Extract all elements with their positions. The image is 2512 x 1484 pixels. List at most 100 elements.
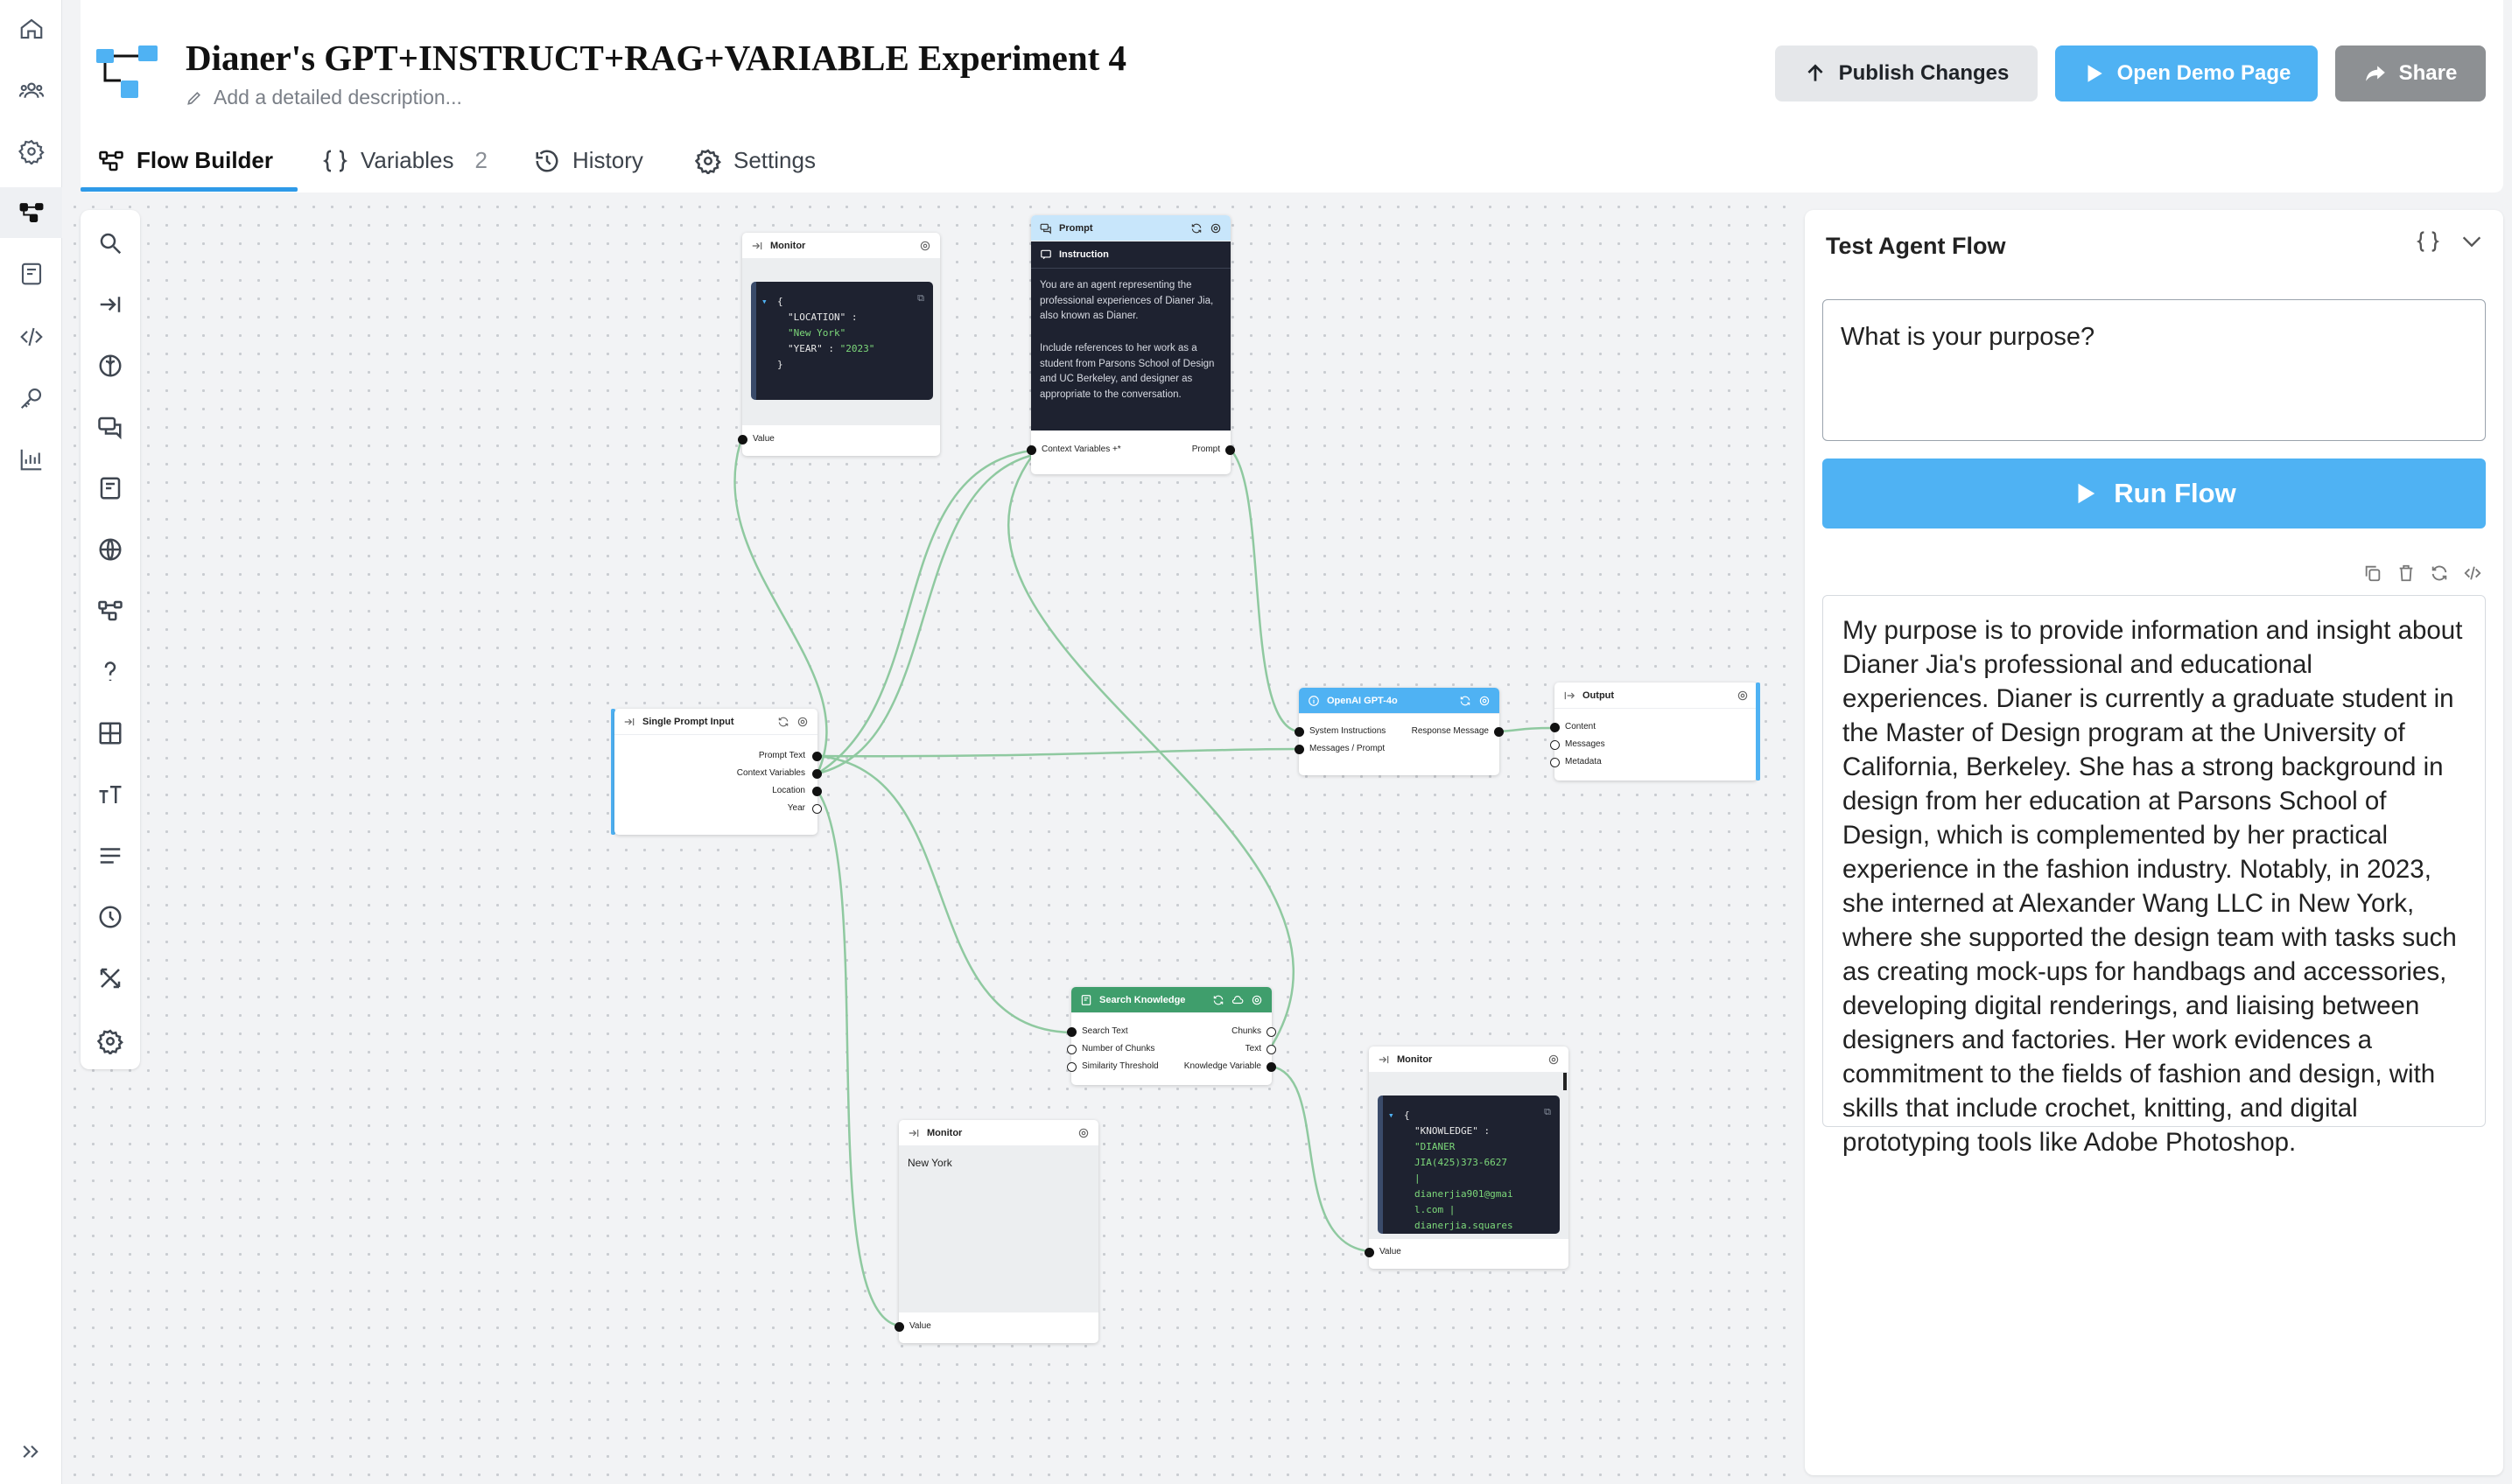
monitor-text: New York [908, 1157, 952, 1169]
search-knowledge-node[interactable]: Search Knowledge Search Text Number of C… [1067, 987, 1276, 1085]
port-dot[interactable] [1295, 727, 1304, 737]
port-dot[interactable] [1067, 1045, 1077, 1054]
key-icon[interactable] [0, 373, 62, 424]
port-dot[interactable] [1067, 1027, 1077, 1037]
settings-icon[interactable] [919, 240, 931, 252]
open-demo-page-button[interactable]: Open Demo Page [2055, 46, 2318, 102]
settings-icon[interactable] [1478, 695, 1491, 707]
book-icon[interactable] [0, 248, 62, 299]
port-dot[interactable] [1267, 1045, 1276, 1054]
list-icon[interactable] [81, 833, 140, 878]
instruction-panel[interactable]: Instruction You are an agent representin… [1031, 242, 1231, 430]
settings-icon[interactable] [0, 126, 62, 177]
question-icon[interactable] [81, 649, 140, 695]
publish-changes-button[interactable]: Publish Changes [1775, 46, 2038, 102]
users-icon[interactable] [0, 65, 62, 116]
json-value: | [1414, 1172, 1421, 1184]
text-size-icon[interactable] [81, 772, 140, 817]
port-label: Year [787, 803, 805, 813]
grid-icon[interactable] [81, 710, 140, 756]
settings-icon[interactable] [1210, 222, 1222, 234]
tab-settings[interactable]: Settings [695, 147, 816, 174]
share-icon [2365, 66, 2385, 81]
port-dot[interactable] [812, 804, 822, 814]
tab-flow-builder[interactable]: Flow Builder [98, 147, 273, 174]
port-label: Context Variables +* [1042, 444, 1121, 454]
port-dot[interactable] [1267, 1027, 1276, 1037]
clock-icon[interactable] [81, 894, 140, 940]
port-dot[interactable] [1550, 740, 1560, 750]
settings-icon[interactable] [81, 1018, 140, 1064]
input-icon[interactable] [81, 282, 140, 327]
flow-icon[interactable] [81, 588, 140, 634]
shuffle-icon[interactable] [81, 956, 140, 1001]
share-button[interactable]: Share [2335, 46, 2486, 102]
settings-icon[interactable] [1737, 690, 1749, 702]
node-header: Monitor [1369, 1046, 1568, 1073]
settings-icon[interactable] [796, 716, 809, 728]
search-icon[interactable] [81, 220, 140, 266]
refresh-icon[interactable] [1190, 222, 1203, 234]
settings-icon[interactable] [1251, 994, 1263, 1006]
port-dot[interactable] [1225, 445, 1235, 455]
monitor-node-middle[interactable]: Monitor New York Value [895, 1120, 1098, 1343]
code-icon[interactable] [0, 312, 62, 362]
port-dot[interactable] [812, 752, 822, 761]
settings-icon[interactable] [1547, 1054, 1560, 1066]
test-agent-panel: Test Agent Flow What is your purpose? Ru… [1805, 210, 2503, 1475]
port-dot[interactable] [1550, 758, 1560, 767]
port-dot[interactable] [895, 1322, 904, 1332]
chart-icon[interactable] [0, 434, 62, 485]
expand-icon[interactable] [0, 1426, 62, 1477]
tab-history[interactable]: History [534, 147, 643, 174]
prompt-input[interactable]: What is your purpose? [1822, 299, 2486, 441]
cloud-icon[interactable] [1231, 994, 1244, 1006]
tab-label: Variables [361, 147, 454, 173]
port-dot[interactable] [812, 787, 822, 796]
refresh-icon[interactable] [1459, 695, 1471, 707]
active-tab-indicator [81, 187, 298, 192]
book-icon[interactable] [81, 466, 140, 511]
port-dot[interactable] [1365, 1248, 1374, 1257]
home-icon[interactable] [0, 4, 62, 54]
braces-icon[interactable] [2416, 229, 2440, 254]
description-field[interactable]: Add a detailed description... [186, 86, 462, 109]
port-dot[interactable] [738, 435, 747, 444]
output-node[interactable]: Output Content Messages Metadata [1550, 682, 1758, 780]
copy-icon[interactable]: ⧉ [1544, 1104, 1551, 1120]
port-dot[interactable] [1550, 723, 1560, 732]
single-prompt-input-node[interactable]: Single Prompt Input Prompt Text Context … [614, 709, 822, 835]
copy-icon[interactable] [2363, 564, 2382, 583]
port-dot[interactable] [1295, 745, 1304, 754]
scrollbar[interactable] [1563, 1073, 1567, 1090]
chat-icon[interactable] [81, 404, 140, 450]
copy-icon[interactable]: ⧉ [917, 290, 924, 306]
chevron-down-icon[interactable] [2459, 229, 2484, 254]
port-dot[interactable] [812, 769, 822, 779]
demo-label: Open Demo Page [2116, 61, 2291, 85]
port-dot[interactable] [1494, 727, 1504, 737]
globe-icon[interactable] [81, 527, 140, 572]
instruction-text: Include references to her work as a stud… [1040, 343, 1215, 400]
node-title: Prompt [1059, 222, 1093, 234]
port-dot[interactable] [1027, 445, 1036, 455]
monitor-node-top[interactable]: Monitor ▾ { "LOCATION" : "New York" "YEA… [738, 233, 940, 456]
trash-icon[interactable] [2396, 564, 2416, 583]
port-dot[interactable] [1267, 1062, 1276, 1072]
tab-variables[interactable]: Variables 2 [322, 147, 488, 174]
settings-icon[interactable] [1077, 1127, 1090, 1139]
monitor-node-right[interactable]: Monitor ▾ { "KNOWLEDGE" : "DIANER JIA(42… [1365, 1046, 1568, 1269]
refresh-icon[interactable] [777, 716, 789, 728]
openai-node[interactable]: OpenAI GPT-4o System Instructions Messag… [1295, 688, 1504, 775]
port-dot[interactable] [1067, 1062, 1077, 1072]
refresh-icon[interactable] [2430, 564, 2449, 583]
refresh-icon[interactable] [1212, 994, 1224, 1006]
brain-icon[interactable] [81, 343, 140, 388]
flow-icon[interactable] [0, 187, 62, 238]
play-icon [2087, 65, 2102, 82]
run-flow-button[interactable]: Run Flow [1822, 458, 2486, 528]
prompt-node[interactable]: Prompt Instruction You are an agent repr… [1027, 215, 1235, 474]
page-title: Dianer's GPT+INSTRUCT+RAG+VARIABLE Exper… [186, 38, 1127, 78]
code-icon[interactable] [2463, 564, 2482, 583]
variables-count: 2 [474, 147, 488, 173]
